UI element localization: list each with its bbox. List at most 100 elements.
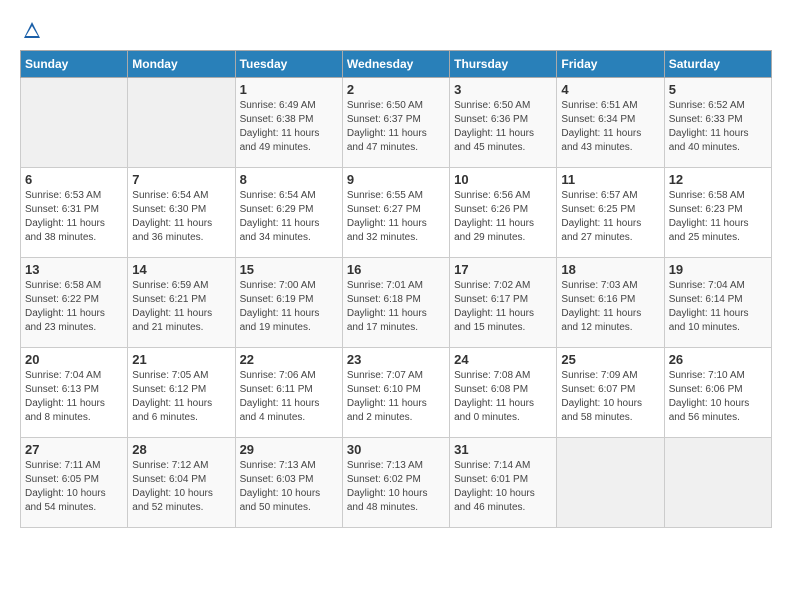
calendar-cell: 23Sunrise: 7:07 AM Sunset: 6:10 PM Dayli… <box>342 348 449 438</box>
calendar-cell: 25 Sunrise: 7:09 AM Sunset: 6:07 PM Dayli… <box>557 348 664 438</box>
day-number: 21 <box>132 352 230 367</box>
weekday-header: Wednesday <box>342 51 449 78</box>
day-number: 20 <box>25 352 123 367</box>
calendar-week-row: 27 Sunrise: 7:11 AM Sunset: 6:05 PM Dayli… <box>21 438 772 528</box>
day-info: Sunrise: 6:58 AM Sunset: 6:23 PM Dayligh… <box>669 189 767 245</box>
calendar-cell: 6 Sunrise: 6:53 AM Sunset: 6:31 PM Daylig… <box>21 168 128 258</box>
calendar-cell: 5 Sunrise: 6:52 AM Sunset: 6:33 PM Daylig… <box>664 78 771 168</box>
day-number: 30 <box>347 442 445 457</box>
day-number: 9 <box>347 172 445 187</box>
weekday-header: Monday <box>128 51 235 78</box>
calendar-cell: 18Sunrise: 7:03 AM Sunset: 6:16 PM Dayli… <box>557 258 664 348</box>
calendar-cell: 29 Sunrise: 7:13 AM Sunset: 6:03 PM Dayli… <box>235 438 342 528</box>
calendar-cell: 15 Sunrise: 7:00 AM Sunset: 6:19 PM Dayli… <box>235 258 342 348</box>
day-info: Sunrise: 7:00 AM Sunset: 6:19 PM Dayligh… <box>240 279 338 335</box>
weekday-header: Saturday <box>664 51 771 78</box>
day-number: 10 <box>454 172 552 187</box>
day-number: 7 <box>132 172 230 187</box>
calendar-cell <box>664 438 771 528</box>
logo-icon <box>22 20 42 40</box>
day-number: 23 <box>347 352 445 367</box>
day-info: Sunrise: 7:13 AM Sunset: 6:03 PM Dayligh… <box>240 459 338 515</box>
calendar-week-row: 6 Sunrise: 6:53 AM Sunset: 6:31 PM Daylig… <box>21 168 772 258</box>
day-number: 14 <box>132 262 230 277</box>
day-info: Sunrise: 6:56 AM Sunset: 6:26 PM Dayligh… <box>454 189 552 245</box>
calendar-cell: 12 Sunrise: 6:58 AM Sunset: 6:23 PM Dayli… <box>664 168 771 258</box>
calendar-cell: 27 Sunrise: 7:11 AM Sunset: 6:05 PM Dayli… <box>21 438 128 528</box>
day-number: 17 <box>454 262 552 277</box>
day-info: Sunrise: 6:53 AM Sunset: 6:31 PM Dayligh… <box>25 189 123 245</box>
day-info: Sunrise: 6:54 AM Sunset: 6:29 PM Dayligh… <box>240 189 338 245</box>
day-number: 19 <box>669 262 767 277</box>
calendar-cell: 4 Sunrise: 6:51 AM Sunset: 6:34 PM Daylig… <box>557 78 664 168</box>
day-info: Sunrise: 7:13 AM Sunset: 6:02 PM Dayligh… <box>347 459 445 515</box>
day-info: Sunrise: 7:04 AM Sunset: 6:13 PM Dayligh… <box>25 369 123 425</box>
calendar-cell: 10 Sunrise: 6:56 AM Sunset: 6:26 PM Dayli… <box>450 168 557 258</box>
day-info: Sunrise: 7:12 AM Sunset: 6:04 PM Dayligh… <box>132 459 230 515</box>
day-info: Sunrise: 6:55 AM Sunset: 6:27 PM Dayligh… <box>347 189 445 245</box>
calendar-cell: 8Sunrise: 6:54 AM Sunset: 6:29 PM Daylig… <box>235 168 342 258</box>
day-info: Sunrise: 6:54 AM Sunset: 6:30 PM Dayligh… <box>132 189 230 245</box>
calendar-cell: 30 Sunrise: 7:13 AM Sunset: 6:02 PM Dayli… <box>342 438 449 528</box>
calendar-cell: 22 Sunrise: 7:06 AM Sunset: 6:11 PM Dayli… <box>235 348 342 438</box>
day-info: Sunrise: 6:50 AM Sunset: 6:36 PM Dayligh… <box>454 99 552 155</box>
day-info: Sunrise: 7:02 AM Sunset: 6:17 PM Dayligh… <box>454 279 552 335</box>
day-number: 2 <box>347 82 445 97</box>
calendar-cell <box>557 438 664 528</box>
day-number: 28 <box>132 442 230 457</box>
day-info: Sunrise: 7:06 AM Sunset: 6:11 PM Dayligh… <box>240 369 338 425</box>
calendar-cell: 26 Sunrise: 7:10 AM Sunset: 6:06 PM Dayli… <box>664 348 771 438</box>
day-info: Sunrise: 6:50 AM Sunset: 6:37 PM Dayligh… <box>347 99 445 155</box>
day-number: 27 <box>25 442 123 457</box>
day-info: Sunrise: 7:14 AM Sunset: 6:01 PM Dayligh… <box>454 459 552 515</box>
day-number: 29 <box>240 442 338 457</box>
calendar-cell: 14Sunrise: 6:59 AM Sunset: 6:21 PM Dayli… <box>128 258 235 348</box>
calendar-cell: 13 Sunrise: 6:58 AM Sunset: 6:22 PM Dayli… <box>21 258 128 348</box>
day-info: Sunrise: 7:05 AM Sunset: 6:12 PM Dayligh… <box>132 369 230 425</box>
day-info: Sunrise: 7:03 AM Sunset: 6:16 PM Dayligh… <box>561 279 659 335</box>
calendar-cell: 20 Sunrise: 7:04 AM Sunset: 6:13 PM Dayli… <box>21 348 128 438</box>
day-number: 22 <box>240 352 338 367</box>
calendar-week-row: 1 Sunrise: 6:49 AM Sunset: 6:38 PM Daylig… <box>21 78 772 168</box>
calendar-cell: 19 Sunrise: 7:04 AM Sunset: 6:14 PM Dayli… <box>664 258 771 348</box>
calendar-cell: 24 Sunrise: 7:08 AM Sunset: 6:08 PM Dayli… <box>450 348 557 438</box>
day-info: Sunrise: 6:51 AM Sunset: 6:34 PM Dayligh… <box>561 99 659 155</box>
weekday-header: Sunday <box>21 51 128 78</box>
calendar-cell: 28 Sunrise: 7:12 AM Sunset: 6:04 PM Dayli… <box>128 438 235 528</box>
day-number: 15 <box>240 262 338 277</box>
calendar-week-row: 20 Sunrise: 7:04 AM Sunset: 6:13 PM Dayli… <box>21 348 772 438</box>
calendar-cell: 7 Sunrise: 6:54 AM Sunset: 6:30 PM Daylig… <box>128 168 235 258</box>
day-number: 3 <box>454 82 552 97</box>
day-info: Sunrise: 7:01 AM Sunset: 6:18 PM Dayligh… <box>347 279 445 335</box>
day-info: Sunrise: 7:08 AM Sunset: 6:08 PM Dayligh… <box>454 369 552 425</box>
weekday-header: Thursday <box>450 51 557 78</box>
calendar-cell: 9 Sunrise: 6:55 AM Sunset: 6:27 PM Daylig… <box>342 168 449 258</box>
day-info: Sunrise: 7:04 AM Sunset: 6:14 PM Dayligh… <box>669 279 767 335</box>
calendar-cell: 11 Sunrise: 6:57 AM Sunset: 6:25 PM Dayli… <box>557 168 664 258</box>
day-info: Sunrise: 6:52 AM Sunset: 6:33 PM Dayligh… <box>669 99 767 155</box>
day-number: 4 <box>561 82 659 97</box>
day-info: Sunrise: 7:09 AM Sunset: 6:07 PM Dayligh… <box>561 369 659 425</box>
weekday-header-row: SundayMondayTuesdayWednesdayThursdayFrid… <box>21 51 772 78</box>
day-number: 11 <box>561 172 659 187</box>
calendar-cell: 2 Sunrise: 6:50 AM Sunset: 6:37 PM Daylig… <box>342 78 449 168</box>
day-number: 26 <box>669 352 767 367</box>
day-number: 12 <box>669 172 767 187</box>
day-number: 24 <box>454 352 552 367</box>
day-number: 5 <box>669 82 767 97</box>
day-number: 13 <box>25 262 123 277</box>
weekday-header: Friday <box>557 51 664 78</box>
page-header <box>20 20 772 40</box>
day-number: 1 <box>240 82 338 97</box>
day-info: Sunrise: 6:57 AM Sunset: 6:25 PM Dayligh… <box>561 189 659 245</box>
day-info: Sunrise: 6:58 AM Sunset: 6:22 PM Dayligh… <box>25 279 123 335</box>
calendar-cell <box>128 78 235 168</box>
day-number: 25 <box>561 352 659 367</box>
calendar-cell: 21 Sunrise: 7:05 AM Sunset: 6:12 PM Dayli… <box>128 348 235 438</box>
day-info: Sunrise: 7:10 AM Sunset: 6:06 PM Dayligh… <box>669 369 767 425</box>
day-number: 6 <box>25 172 123 187</box>
day-info: Sunrise: 7:11 AM Sunset: 6:05 PM Dayligh… <box>25 459 123 515</box>
calendar-table: SundayMondayTuesdayWednesdayThursdayFrid… <box>20 50 772 528</box>
day-info: Sunrise: 6:49 AM Sunset: 6:38 PM Dayligh… <box>240 99 338 155</box>
calendar-cell: 1 Sunrise: 6:49 AM Sunset: 6:38 PM Daylig… <box>235 78 342 168</box>
